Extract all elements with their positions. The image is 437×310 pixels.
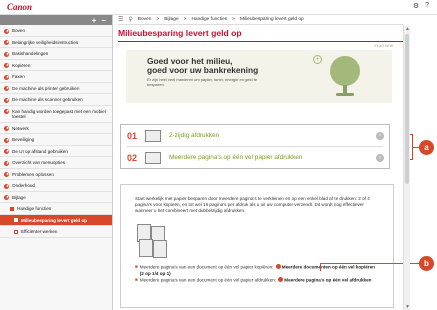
link-arrow-icon <box>275 264 281 269</box>
duplex-page-icon <box>145 129 161 142</box>
collapse-all-icon[interactable]: − <box>101 16 106 25</box>
list-item: ■ Meerdere pagina's van een document op … <box>135 264 375 276</box>
scroll-up-icon[interactable]: ▲ <box>405 26 410 32</box>
chevron-icon <box>4 172 9 177</box>
sidebar-header: + − <box>0 15 112 25</box>
chevron-icon <box>4 195 9 200</box>
chevron-icon <box>4 109 9 114</box>
canon-logo: Canon <box>7 2 33 12</box>
sidebar: + − Boven Belangrijke veiligheidsinstruc… <box>0 15 113 310</box>
chevron-icon <box>4 74 9 80</box>
eco-banner: Goed voor het milieu, goed voor uw bankr… <box>126 50 392 103</box>
chevron-icon <box>4 126 9 131</box>
multi-page-illustration <box>135 222 181 258</box>
sidebar-item-faxen[interactable]: Faxen <box>0 71 112 83</box>
chevron-icon <box>4 51 9 57</box>
link-print-multiple[interactable]: Meerdere pagina's op één vel afdrukken <box>284 277 371 282</box>
chevron-icon <box>4 86 9 91</box>
gear-icon[interactable]: ⚙ <box>413 2 419 10</box>
sidebar-item-netwerk[interactable]: Netwerk <box>0 123 112 134</box>
chevron-icon <box>4 137 9 143</box>
sidebar-item-problemen[interactable]: Problemen oplossen <box>0 169 112 180</box>
chevron-icon <box>4 63 9 68</box>
chevron-icon <box>4 28 9 34</box>
sidebar-item-bijlage[interactable]: Bijlage <box>0 192 112 203</box>
chevron-icon <box>4 97 9 103</box>
sidebar-item-mobiel[interactable]: Kan handig worden toegepast met een mobi… <box>0 106 112 123</box>
breadcrumb-current: Milieubesparing levert geld op <box>239 17 304 22</box>
callout-a: a <box>419 140 434 155</box>
feature-row[interactable]: 02 Meerdere pagina's op één vel papier a… <box>121 147 389 168</box>
breadcrumb-item[interactable]: Boven <box>138 17 152 22</box>
list-icon[interactable]: ☰ <box>118 16 123 23</box>
globe-icon <box>330 56 360 86</box>
chevron-icon <box>4 40 9 45</box>
sidebar-item-veiligheid[interactable]: Belangrijke veiligheidsinstructies <box>0 37 112 48</box>
detail-panel: Start werkelijk met papier besparen door… <box>120 184 394 308</box>
arrow-right-icon[interactable]: › <box>376 153 384 162</box>
feature-label[interactable]: Meerdere pagina's op één vel papier afdr… <box>169 154 302 161</box>
scroll-down-icon[interactable]: ▼ <box>405 304 410 310</box>
feature-number: 02 <box>127 152 138 163</box>
chevron-icon <box>4 183 9 189</box>
sidebar-item-printer[interactable]: De machine als printer gebruiken <box>0 83 112 94</box>
help-icon[interactable]: ? <box>425 2 429 10</box>
top-bar: Canon ⚙ ? <box>0 0 437 15</box>
sidebar-item-boven[interactable]: Boven <box>0 25 112 37</box>
breadcrumb: ☰ ⚲ Boven > Bijlage > Handige functies >… <box>118 15 403 25</box>
sidebar-item-basishandelingen[interactable]: Basishandelingen <box>0 48 112 60</box>
page-title: Milieubesparing levert geld op <box>118 28 403 42</box>
breadcrumb-item[interactable]: Bijlage <box>164 17 178 22</box>
expand-all-icon[interactable]: + <box>92 16 97 25</box>
page-icon <box>14 229 18 234</box>
sidebar-item-kopieren[interactable]: Kopiëren <box>0 60 112 71</box>
scroll-thumb[interactable] <box>405 34 409 184</box>
arrow-right-icon[interactable]: › <box>376 131 384 140</box>
feature-row[interactable]: 01 2-zijdig afdrukken › <box>121 125 389 146</box>
list-item: ■ Meerdere pagina's van een document op … <box>135 276 372 282</box>
plus-icon: + <box>313 55 322 64</box>
chevron-icon <box>4 160 9 166</box>
sidebar-item-ui-op-afstand[interactable]: De UI op afstand gebruiken <box>0 146 112 157</box>
sidebar-item-milieubesparing[interactable]: Milieubesparing levert geld op <box>0 214 112 226</box>
multi-page-icon <box>145 151 161 164</box>
page-icon <box>14 218 18 223</box>
sidebar-item-onderhoud[interactable]: Onderhoud <box>0 180 112 192</box>
sidebar-item-menuopties[interactable]: Overzicht van menuopties <box>0 157 112 169</box>
chevron-icon <box>4 149 9 154</box>
banner-heading: Goed voor het milieu, goed voor uw bankr… <box>147 56 259 75</box>
sidebar-item-handige-functies[interactable]: Handige functies <box>0 203 112 215</box>
search-icon[interactable]: ⚲ <box>128 16 132 23</box>
banner-text: Er zijn heel veel manieren om papier, to… <box>147 77 258 87</box>
sidebar-item-scanner[interactable]: De machine als scanner gebruiken <box>0 94 112 106</box>
link-arrow-icon <box>278 276 284 282</box>
sidebar-item-efficienter[interactable]: Efficiënter werken <box>0 226 112 238</box>
feature-number: 01 <box>127 130 138 141</box>
callout-b: b <box>419 256 434 271</box>
scrollbar[interactable]: ▲ ▼ <box>403 26 410 310</box>
features-box: 01 2-zijdig afdrukken › 02 Meerdere pagi… <box>120 124 390 169</box>
detail-text: Start werkelijk met papier besparen door… <box>135 196 370 213</box>
doc-id: 0YUO-0EW <box>374 44 393 48</box>
sidebar-item-beveiliging[interactable]: Beveiliging <box>0 134 112 146</box>
feature-label[interactable]: 2-zijdig afdrukken <box>169 132 219 139</box>
folder-icon <box>10 206 14 211</box>
detail-list: ■ Meerdere pagina's van een document op … <box>135 264 379 283</box>
breadcrumb-item[interactable]: Handige functies <box>191 17 227 22</box>
